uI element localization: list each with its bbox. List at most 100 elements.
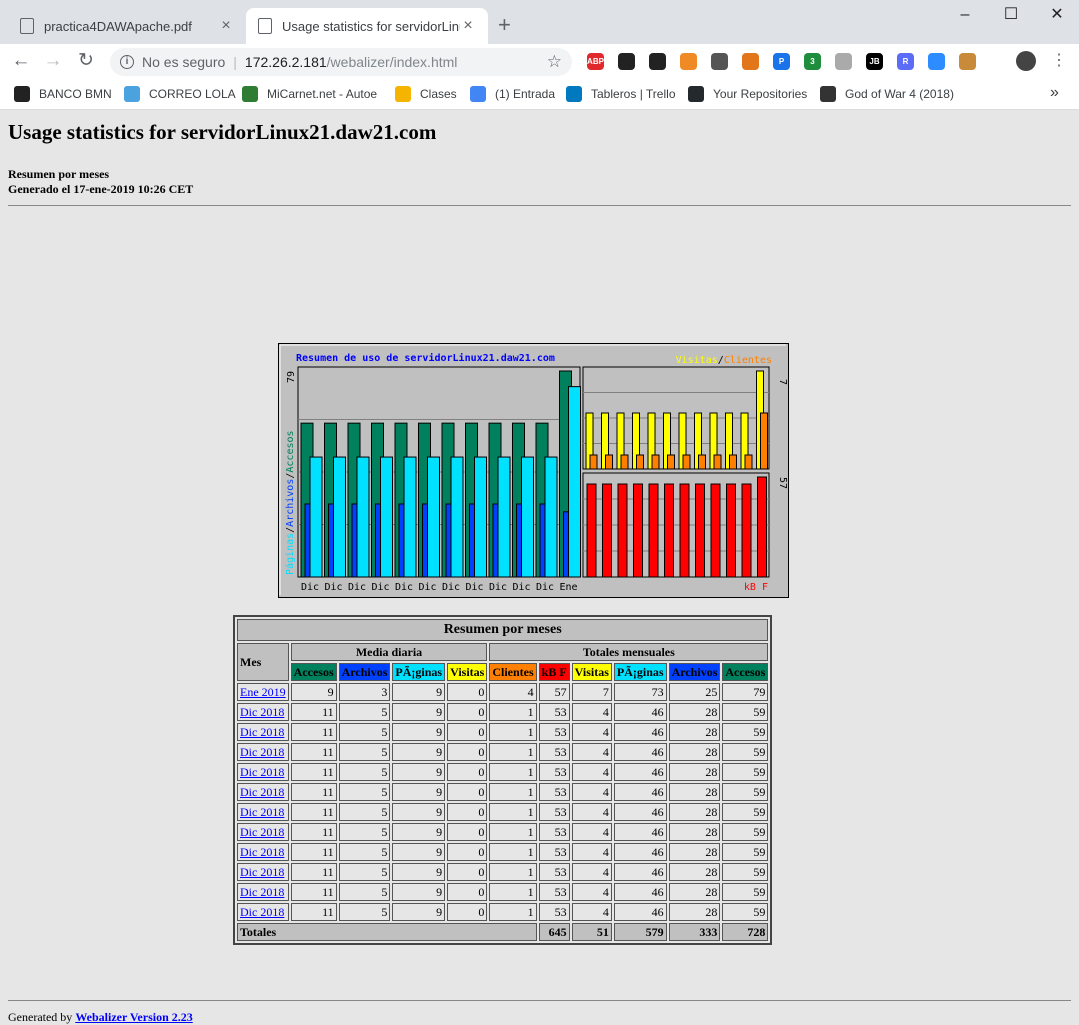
minimize-button[interactable]: –: [942, 0, 988, 30]
daily-avg-header: Media diaria: [290, 643, 488, 661]
bar-kbf: [602, 483, 612, 578]
bookmark-item[interactable]: Tableros | Trello: [566, 86, 676, 102]
month-link[interactable]: Dic 2018: [240, 885, 284, 899]
table-row: Dic 2018 11 5 9 0 1 53 4 46 28 59: [237, 903, 769, 921]
new-tab-button[interactable]: +: [498, 12, 511, 38]
month-link[interactable]: Ene 2019: [240, 685, 286, 699]
month-link[interactable]: Dic 2018: [240, 805, 284, 819]
table-cell: 46: [613, 743, 667, 761]
close-window-button[interactable]: ✕: [1034, 0, 1079, 30]
shield-icon[interactable]: [835, 53, 852, 70]
bar-clientes: [760, 412, 768, 470]
more-bookmarks-button[interactable]: »: [1050, 84, 1059, 102]
table-cell: 0: [447, 803, 488, 821]
green-extension-icon[interactable]: 3: [804, 53, 821, 70]
month-link[interactable]: Dic 2018: [240, 725, 284, 739]
bookmark-star-icon[interactable]: ☆: [547, 52, 562, 72]
table-cell: 57: [538, 683, 570, 701]
bar-paginas: [474, 456, 487, 578]
month-link[interactable]: Dic 2018: [240, 825, 284, 839]
metamask-icon[interactable]: [742, 53, 759, 70]
bar-kbf: [695, 483, 705, 578]
bookmark-item[interactable]: God of War 4 (2018): [820, 86, 954, 102]
table-cell: 0: [447, 863, 488, 881]
tab-pdf[interactable]: practica4DAWApache.pdf ×: [8, 8, 246, 44]
jetbrains-icon[interactable]: JB: [866, 53, 883, 70]
back-button[interactable]: ←: [8, 48, 34, 74]
table-cell: 5: [338, 883, 391, 901]
blocker-icon[interactable]: [680, 53, 697, 70]
x-tick-label: Dic: [536, 582, 554, 593]
month-link[interactable]: Dic 2018: [240, 765, 284, 779]
chart-title: Resumen de uso de servidorLinux21.daw21.…: [296, 352, 555, 364]
bookmark-item[interactable]: (1) Entrada: [470, 86, 555, 102]
month-link[interactable]: Dic 2018: [240, 865, 284, 879]
bookmark-favicon-icon: [14, 86, 30, 102]
column-header: PÃ¡ginas: [613, 663, 667, 681]
tab-title: practica4DAWApache.pdf: [44, 18, 192, 34]
table-cell: 53: [538, 863, 570, 881]
totals-cell: 579: [613, 923, 667, 941]
bar-clientes: [682, 454, 691, 470]
month-cell: Dic 2018: [237, 743, 289, 761]
bookmark-item[interactable]: Clases: [395, 86, 457, 102]
profile-avatar[interactable]: [1016, 51, 1036, 71]
menu-button[interactable]: ⋮: [1046, 48, 1072, 74]
zoom-icon[interactable]: [928, 53, 945, 70]
table-cell: 1: [489, 783, 537, 801]
bookmark-item[interactable]: MiCarnet.net - Autoe: [242, 86, 377, 102]
x-tick-label: Dic: [466, 582, 484, 593]
month-link[interactable]: Dic 2018: [240, 785, 284, 799]
month-link[interactable]: Dic 2018: [240, 705, 284, 719]
table-cell: 4: [571, 843, 612, 861]
lock-icon[interactable]: [711, 53, 728, 70]
bookmark-item[interactable]: CORREO LOLA: [124, 86, 236, 102]
bookmark-favicon-icon: [820, 86, 836, 102]
right-top-max-label: 7: [777, 379, 788, 385]
reload-button[interactable]: ↻: [73, 48, 99, 74]
bookmark-item[interactable]: Your Repositories: [688, 86, 807, 102]
table-cell: 1: [489, 823, 537, 841]
column-header: Accesos: [290, 663, 337, 681]
totals-label: Totales: [237, 923, 537, 941]
tab-webalizer[interactable]: Usage statistics for servidorLinux21.daw…: [246, 8, 488, 44]
tab-close-button[interactable]: ×: [460, 17, 476, 35]
cookie-icon[interactable]: [959, 53, 976, 70]
table-cell: 11: [290, 823, 337, 841]
month-link[interactable]: Dic 2018: [240, 745, 284, 759]
table-cell: 28: [668, 803, 721, 821]
table-cell: 46: [613, 903, 667, 921]
table-row: Dic 2018 11 5 9 0 1 53 4 46 28 59: [237, 803, 769, 821]
address-bar[interactable]: i No es seguro | 172.26.2.181/webalizer/…: [110, 48, 572, 76]
pdf-icon[interactable]: P: [773, 53, 790, 70]
totals-cell: 51: [571, 923, 612, 941]
tab-close-button[interactable]: ×: [218, 17, 234, 35]
table-cell: 11: [290, 863, 337, 881]
maximize-button[interactable]: ☐: [988, 0, 1034, 30]
table-cell: 28: [668, 703, 721, 721]
chart-legend-top: Visitas/Clientes: [676, 355, 772, 366]
table-cell: 5: [338, 743, 391, 761]
bookmark-favicon-icon: [566, 86, 582, 102]
table-cell: 59: [722, 783, 769, 801]
url-path: /webalizer/index.html: [326, 54, 458, 70]
bar-paginas: [544, 456, 558, 578]
column-header: Visitas: [571, 663, 612, 681]
extension-icon[interactable]: [649, 53, 666, 70]
bar-clientes: [729, 454, 737, 470]
forward-button[interactable]: →: [40, 48, 66, 74]
x-tick-label: Dic: [489, 582, 507, 593]
gnome-icon[interactable]: [618, 53, 635, 70]
bookmark-label: Tableros | Trello: [591, 87, 676, 101]
month-link[interactable]: Dic 2018: [240, 845, 284, 859]
bookmark-item[interactable]: BANCO BMN: [14, 86, 112, 102]
table-cell: 4: [571, 823, 612, 841]
info-icon[interactable]: i: [120, 55, 134, 69]
table-cell: 5: [338, 823, 391, 841]
adblock-icon[interactable]: ABP: [587, 53, 604, 70]
month-link[interactable]: Dic 2018: [240, 905, 284, 919]
r-extension-icon[interactable]: R: [897, 53, 914, 70]
webalizer-link[interactable]: Webalizer Version 2.23: [75, 1010, 192, 1024]
table-cell: 0: [447, 683, 488, 701]
bar-clientes: [667, 454, 675, 470]
